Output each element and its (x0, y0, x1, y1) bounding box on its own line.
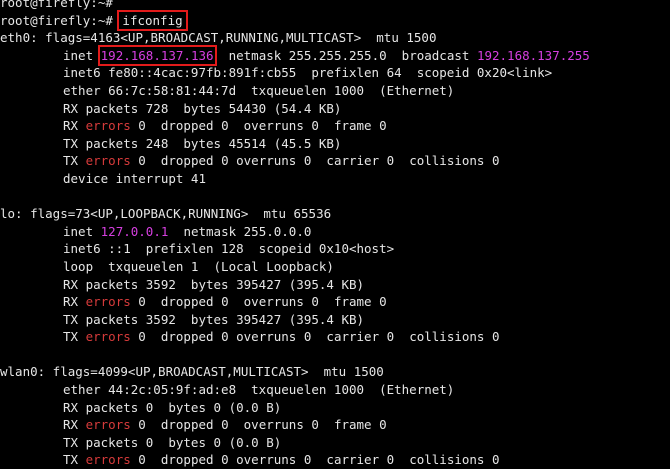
rx-label: RX (63, 294, 79, 310)
inet-label: inet (63, 47, 94, 63)
eth0-rx-packets: RX packets 728 bytes 54430 (54.4 KB) (63, 100, 342, 116)
errors-label: errors (85, 452, 131, 468)
wlan0-rx-packets: RX packets 0 bytes 0 (0.0 B) (63, 399, 282, 415)
rx-label: RX (63, 417, 79, 433)
wlan0-tx-packets: TX packets 0 bytes 0 (0.0 B) (63, 434, 282, 450)
wlan0-header: wlan0: flags=4099<UP,BROADCAST,MULTICAST… (0, 364, 384, 380)
eth0-ether-line: ether 66:7c:58:81:44:7d txqueuelen 1000 … (63, 82, 455, 98)
lo-tx-packets: TX packets 3592 bytes 395427 (395.4 KB) (63, 311, 365, 327)
errors-label: errors (85, 118, 131, 134)
tx-errors-values: 0 dropped 0 overruns 0 carrier 0 collisi… (138, 329, 500, 345)
eth0-broadcast-address: 192.168.137.255 (476, 47, 590, 63)
eth0-inet-line: inet 192.168.137.136 netmask 255.255.255… (0, 44, 670, 66)
rx-errors-values: 0 dropped 0 overruns 0 frame 0 (138, 417, 387, 433)
prompt: root@firefly:~# (0, 0, 113, 10)
eth0-tx-errors: TX errors 0 dropped 0 overruns 0 carrier… (0, 152, 670, 170)
wlan0-rx-errors: RX errors 0 dropped 0 overruns 0 frame 0 (0, 416, 670, 434)
rx-label: RX (63, 118, 79, 134)
tx-errors-values: 0 dropped 0 overruns 0 carrier 0 collisi… (138, 452, 500, 468)
errors-label: errors (85, 294, 131, 310)
tx-label: TX (63, 153, 79, 169)
eth0-header: eth0: flags=4163<UP,BROADCAST,RUNNING,MU… (0, 30, 437, 46)
lo-netmask: netmask 255.0.0.0 (183, 223, 312, 239)
tx-label: TX (63, 329, 79, 345)
command-ifconfig: ifconfig (117, 9, 188, 31)
eth0-ip-address: 192.168.137.136 (97, 44, 217, 66)
lo-inet-line: inet 127.0.0.1 netmask 255.0.0.0 (0, 223, 670, 241)
lo-inet6-line: inet6 ::1 prefixlen 128 scopeid 0x10<hos… (63, 241, 395, 257)
prompt: root@firefly:~# (0, 12, 113, 28)
lo-loop-line: loop txqueuelen 1 (Local Loopback) (63, 258, 334, 274)
terminal-output[interactable]: root@firefly:~# root@firefly:~# ifconfig… (0, 0, 670, 469)
inet-label: inet (63, 223, 94, 239)
lo-ip-address: 127.0.0.1 (100, 223, 169, 239)
errors-label: errors (85, 417, 131, 433)
lo-rx-packets: RX packets 3592 bytes 395427 (395.4 KB) (63, 276, 365, 292)
eth0-device-interrupt: device interrupt 41 (63, 170, 206, 186)
eth0-inet6-line: inet6 fe80::4cac:97fb:891f:cb55 prefixle… (63, 65, 553, 81)
lo-tx-errors: TX errors 0 dropped 0 overruns 0 carrier… (0, 328, 670, 346)
wlan0-tx-errors: TX errors 0 dropped 0 overruns 0 carrier… (0, 451, 670, 469)
prompt-line: root@firefly:~# (0, 0, 670, 12)
lo-rx-errors: RX errors 0 dropped 0 overruns 0 frame 0 (0, 293, 670, 311)
rx-errors-values: 0 dropped 0 overruns 0 frame 0 (138, 118, 387, 134)
errors-label: errors (85, 329, 131, 345)
lo-header: lo: flags=73<UP,LOOPBACK,RUNNING> mtu 65… (0, 206, 332, 222)
rx-errors-values: 0 dropped 0 overruns 0 frame 0 (138, 294, 387, 310)
wlan0-ether-line: ether 44:2c:05:9f:ad:e8 txqueuelen 1000 … (63, 382, 455, 398)
tx-errors-values: 0 dropped 0 overruns 0 carrier 0 collisi… (138, 153, 500, 169)
eth0-tx-packets: TX packets 248 bytes 45514 (45.5 KB) (63, 135, 342, 151)
tx-label: TX (63, 452, 79, 468)
eth0-rx-errors: RX errors 0 dropped 0 overruns 0 frame 0 (0, 117, 670, 135)
eth0-netmask: netmask 255.255.255.0 broadcast (228, 47, 470, 63)
command-line: root@firefly:~# ifconfig (0, 9, 670, 31)
errors-label: errors (85, 153, 131, 169)
